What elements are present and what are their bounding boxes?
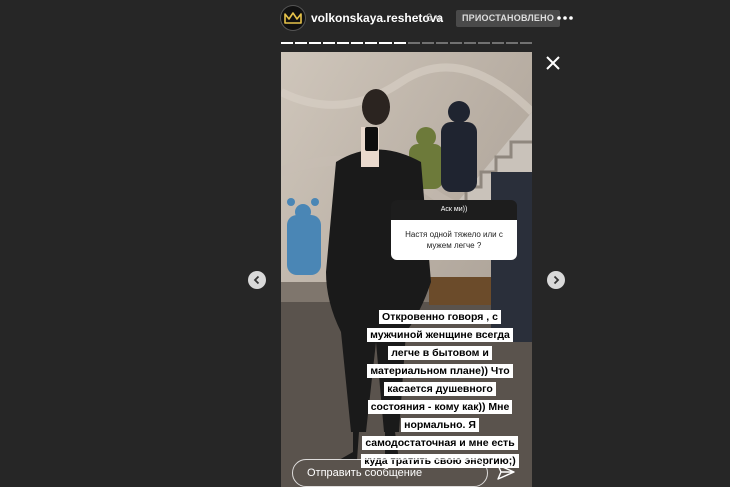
answer-line: материальном плане)) Что — [367, 364, 513, 378]
chevron-right-icon — [553, 275, 560, 285]
answer-line: легче в бытовом и — [388, 346, 492, 360]
close-icon[interactable] — [544, 54, 562, 72]
answer-line: Откровенно говоря , с — [379, 310, 501, 324]
progress-segment — [407, 42, 420, 44]
answer-text: Откровенно говоря , с мужчиной женщине вс… — [356, 307, 524, 469]
progress-segment — [351, 42, 364, 44]
answer-line: самодостаточная и мне есть — [362, 436, 518, 450]
answer-line: нормально. Я — [401, 418, 479, 432]
progress-segment — [365, 42, 378, 44]
question-sticker-text: Настя одной тяжело или с мужем легче ? — [391, 220, 517, 260]
question-sticker-header: Аск ми)) — [391, 200, 517, 220]
progress-segment — [323, 42, 336, 44]
progress-segment — [506, 42, 519, 44]
reply-placeholder: Отправить сообщение — [307, 467, 423, 479]
answer-line: состояния - кому как)) Мне — [367, 400, 513, 414]
progress-segment — [463, 42, 476, 44]
progress-segment — [281, 42, 294, 44]
previous-story-button[interactable] — [248, 271, 266, 289]
answer-line: касается душевного — [384, 382, 496, 396]
progress-segment — [491, 42, 504, 44]
avatar[interactable] — [281, 6, 305, 30]
more-horizontal-icon[interactable] — [556, 10, 574, 26]
progress-segment — [421, 42, 434, 44]
progress-segment — [393, 42, 406, 44]
progress-segment — [295, 42, 308, 44]
progress-segment — [477, 42, 490, 44]
next-story-button[interactable] — [547, 271, 565, 289]
progress-segment — [435, 42, 448, 44]
progress-segment — [337, 42, 350, 44]
story-progress — [281, 42, 533, 44]
answer-line: мужчиной женщине всегда — [367, 328, 513, 342]
progress-segment — [379, 42, 392, 44]
progress-segment — [309, 42, 322, 44]
chevron-left-icon — [253, 275, 260, 285]
crown-logo-icon — [284, 12, 302, 24]
paused-badge[interactable]: ПРИОСТАНОВЛЕНО — [456, 10, 561, 27]
question-sticker: Аск ми)) Настя одной тяжело или с мужем … — [391, 200, 517, 260]
post-time: 6 ч. — [426, 12, 444, 24]
username-link[interactable]: volkonskaya.reshetova — [311, 11, 443, 25]
progress-segment — [449, 42, 462, 44]
send-icon[interactable] — [496, 463, 516, 481]
progress-segment — [520, 42, 533, 44]
